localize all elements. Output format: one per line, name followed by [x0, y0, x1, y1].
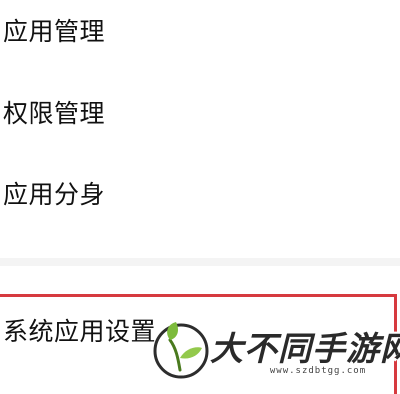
menu-item-label: 应用分身 — [3, 180, 106, 209]
menu-item-label: 应用管理 — [3, 17, 106, 46]
menu-item-label: 系统应用设置 — [3, 317, 157, 346]
watermark: 大不同手游网 www.szdbtgg.com — [150, 318, 400, 380]
watermark-url: www.szdbtgg.com — [254, 365, 382, 378]
section-divider — [0, 258, 400, 266]
sprout-leaf-icon — [153, 322, 209, 379]
menu-item-permission-management[interactable]: 权限管理 — [0, 82, 400, 142]
menu-item-app-management[interactable]: 应用管理 — [0, 0, 400, 60]
watermark-title: 大不同手游网 — [210, 329, 400, 368]
menu-item-app-clone[interactable]: 应用分身 — [0, 163, 400, 223]
menu-item-label: 权限管理 — [3, 99, 106, 128]
